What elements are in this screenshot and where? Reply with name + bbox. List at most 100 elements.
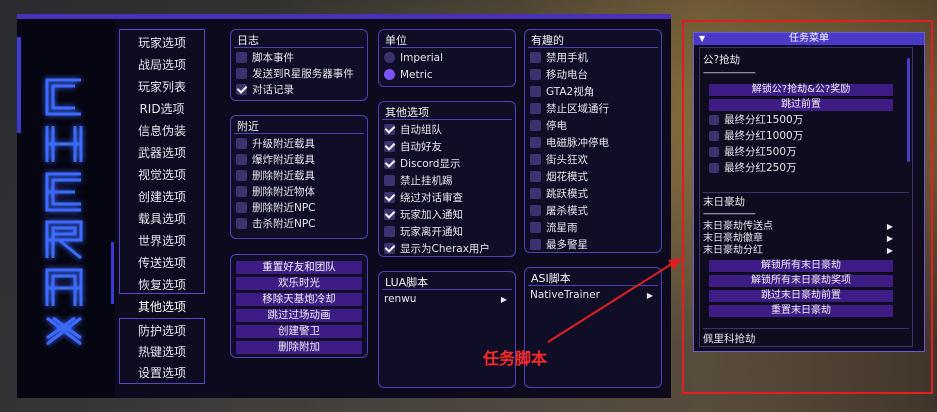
lua-script-renwu[interactable]: renwu ▶ [384, 292, 507, 307]
checkbox[interactable] [236, 68, 247, 79]
happy-hour-button[interactable]: 欢乐时光 [236, 277, 362, 290]
checkbox[interactable] [236, 186, 247, 197]
checkbox[interactable] [530, 120, 541, 131]
menu-item-weapon[interactable]: 武器选项 [120, 142, 204, 164]
unit-imperial[interactable]: Imperial [384, 50, 443, 66]
nearby-explode-vehicles[interactable]: 爆炸附近载具 [236, 152, 315, 168]
checkbox[interactable] [530, 188, 541, 199]
fun-emp-blackout[interactable]: 电磁脉冲停电 [530, 135, 609, 151]
fun-fireworks[interactable]: 烟花模式 [530, 169, 588, 185]
checkbox-label: 升级附近载具 [252, 138, 315, 150]
checkbox-label: 绕过对话审查 [400, 192, 463, 204]
discord-display[interactable]: Discord显示 [384, 156, 460, 172]
actions-panel: 重置好友和团队 欢乐时光 移除天基炮冷却 跳过过场动画 创建警卫 删除附加 [230, 254, 368, 358]
menu-item-player[interactable]: 玩家选项 [120, 32, 204, 54]
fun-street-party[interactable]: 街头狂欢 [530, 152, 588, 168]
fun-blackout[interactable]: 停电 [530, 118, 567, 134]
fun-massacre[interactable]: 屠杀模式 [530, 203, 588, 219]
checkbox-checked[interactable] [236, 84, 247, 95]
leave-notify[interactable]: 玩家离开通知 [384, 224, 463, 240]
checkbox-label: 自动好友 [400, 141, 442, 153]
checkbox-label: 停电 [546, 120, 567, 132]
checkbox[interactable] [530, 154, 541, 165]
checkbox[interactable] [236, 218, 247, 229]
checkbox-checked[interactable] [384, 158, 395, 169]
skip-cutscene-button[interactable]: 跳过过场动画 [236, 309, 362, 322]
checkbox[interactable] [236, 202, 247, 213]
menu-item-rid[interactable]: RID选项 [120, 98, 204, 120]
checkbox[interactable] [530, 171, 541, 182]
anti-afk-kick[interactable]: 禁止挂机踢 [384, 173, 453, 189]
checkbox[interactable] [530, 137, 541, 148]
menu-item-vehicle[interactable]: 载具选项 [120, 208, 204, 230]
menu-item-spoof[interactable]: 信息伪装 [120, 120, 204, 142]
checkbox[interactable] [530, 86, 541, 97]
auto-group[interactable]: 自动组队 [384, 122, 442, 138]
fun-restricted-area[interactable]: 禁止区域通行 [530, 101, 609, 117]
nearby-delete-vehicles[interactable]: 删除附近载具 [236, 168, 315, 184]
menu-item-spawn[interactable]: 创建选项 [120, 186, 204, 208]
reset-friends-button[interactable]: 重置好友和团队 [236, 261, 362, 274]
menu-item-settings[interactable]: 设置选项 [120, 362, 204, 384]
checkbox[interactable] [530, 52, 541, 63]
checkbox[interactable] [530, 69, 541, 80]
checkbox[interactable] [530, 222, 541, 233]
menu-active-indicator [111, 242, 114, 304]
menu-item-hotkeys[interactable]: 热键选项 [120, 341, 204, 363]
fun-mobile-radio[interactable]: 移动电台 [530, 67, 588, 83]
divider [528, 47, 658, 48]
checkbox-label: 电磁脉冲停电 [546, 137, 609, 149]
checkbox[interactable] [384, 175, 395, 186]
nearby-upgrade-vehicles[interactable]: 升级附近载具 [236, 136, 315, 152]
fun-gta2-cam[interactable]: GTA2视角 [530, 84, 594, 100]
log-script-events[interactable]: 脚本事件 [236, 50, 294, 66]
menu-item-player-list[interactable]: 玩家列表 [120, 76, 204, 98]
create-guard-button[interactable]: 创建警卫 [236, 325, 362, 338]
other-panel: 其他选项 自动组队 自动好友 Discord显示 禁止挂机踢 绕过对话审查 玩家… [378, 101, 516, 257]
log-rstar-events[interactable]: 发送到R星服务器事件 [236, 66, 354, 82]
bypass-chat-filter[interactable]: 绕过对话审查 [384, 190, 463, 206]
checkbox-label: 删除附近NPC [252, 202, 316, 214]
show-cherax-user[interactable]: 显示为Cherax用户 [384, 241, 490, 257]
radio-selected[interactable] [384, 69, 395, 80]
checkbox[interactable] [236, 154, 247, 165]
delete-attachments-button[interactable]: 删除附加 [236, 341, 362, 354]
checkbox[interactable] [236, 52, 247, 63]
checkbox-label: 击杀附近NPC [252, 218, 316, 230]
checkbox-checked[interactable] [384, 124, 395, 135]
checkbox-checked[interactable] [384, 243, 395, 254]
menu-item-protection[interactable]: 防护选项 [120, 320, 204, 342]
menu-item-misc[interactable]: 其他选项 [119, 296, 205, 318]
checkbox[interactable] [530, 239, 541, 250]
unit-metric[interactable]: Metric [384, 67, 433, 83]
fun-disable-phone[interactable]: 禁用手机 [530, 50, 588, 66]
checkbox-label: 禁用手机 [546, 52, 588, 64]
logo-strip [17, 19, 115, 398]
divider [382, 47, 512, 48]
annotation-label: 任务脚本 [483, 349, 548, 368]
checkbox[interactable] [384, 226, 395, 237]
checkbox-checked[interactable] [384, 192, 395, 203]
checkbox-checked[interactable] [384, 209, 395, 220]
menu-item-teleport[interactable]: 传送选项 [120, 252, 204, 274]
fun-jump-mode[interactable]: 跳跃模式 [530, 186, 588, 202]
checkbox[interactable] [530, 103, 541, 114]
nearby-delete-npc[interactable]: 删除附近NPC [236, 200, 316, 216]
join-notify[interactable]: 玩家加入通知 [384, 207, 463, 223]
nearby-panel: 附近 升级附近载具 爆炸附近载具 删除附近载具 删除附近物体 删除附近NPC 击… [230, 115, 368, 239]
nearby-kill-npc[interactable]: 击杀附近NPC [236, 216, 316, 232]
checkbox[interactable] [236, 170, 247, 181]
auto-friend[interactable]: 自动好友 [384, 139, 442, 155]
checkbox-checked[interactable] [384, 141, 395, 152]
menu-item-visual[interactable]: 视觉选项 [120, 164, 204, 186]
menu-item-recovery[interactable]: 恢复选项 [120, 274, 204, 296]
radio[interactable] [384, 52, 395, 63]
nearby-delete-objects[interactable]: 删除附近物体 [236, 184, 315, 200]
fun-meteor[interactable]: 流星雨 [530, 220, 578, 236]
checkbox[interactable] [530, 205, 541, 216]
remove-orbital-cooldown-button[interactable]: 移除天基炮冷却 [236, 293, 362, 306]
menu-item-world[interactable]: 世界选项 [120, 230, 204, 252]
menu-item-session[interactable]: 战局选项 [120, 54, 204, 76]
log-chat[interactable]: 对话记录 [236, 82, 294, 98]
checkbox[interactable] [236, 138, 247, 149]
